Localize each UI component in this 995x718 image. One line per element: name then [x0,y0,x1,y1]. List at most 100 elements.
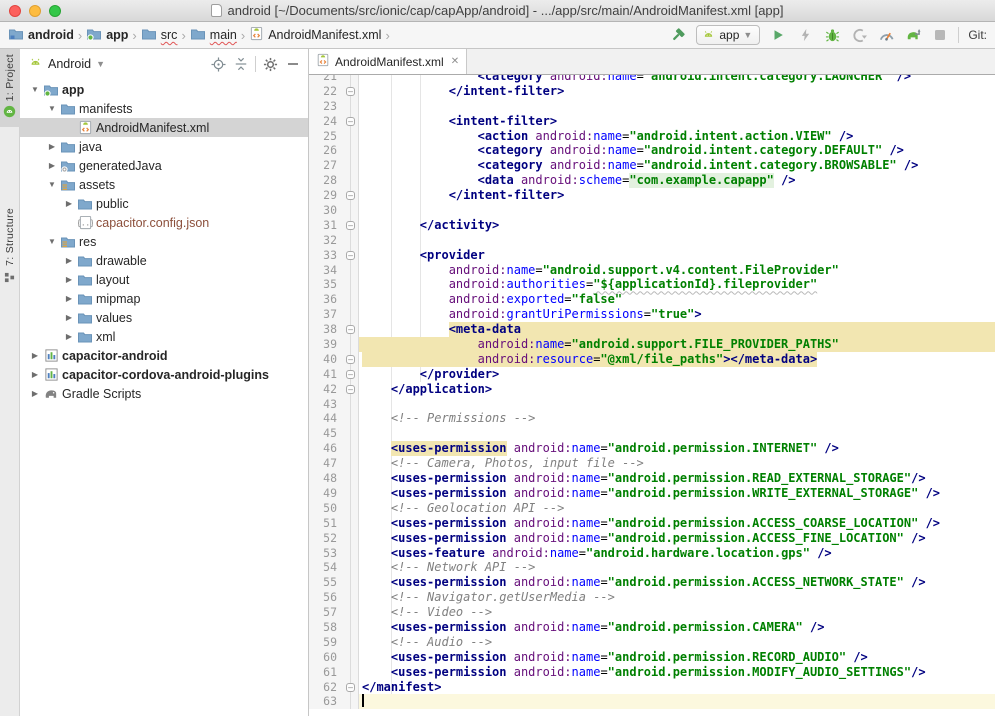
tree-item-capacitor-android[interactable]: ▶capacitor-android [20,346,308,365]
code-line-54[interactable]: 54 <!-- Network API --> [309,560,995,575]
collapsed-arrow-icon[interactable]: ▶ [32,389,38,398]
gradle-sync-button[interactable] [904,26,922,44]
code-line-28[interactable]: 28 <data android:scheme="com.example.cap… [309,173,995,188]
tree-item-app[interactable]: ▼app [20,80,308,99]
fold-marker-icon[interactable]: – [346,385,355,394]
run-button[interactable] [769,26,787,44]
tree-item-values[interactable]: ▶values [20,308,308,327]
collapsed-arrow-icon[interactable]: ▶ [66,332,72,341]
expanded-arrow-icon[interactable]: ▼ [31,85,39,94]
tree-item-mipmap[interactable]: ▶mipmap [20,289,308,308]
collapse-all-button[interactable] [232,55,250,73]
breadcrumb-item-main[interactable]: main [190,26,237,45]
code-line-23[interactable]: 23 [309,99,995,114]
tree-item-manifests[interactable]: ▼manifests [20,99,308,118]
code-line-57[interactable]: 57 <!-- Video --> [309,605,995,620]
tree-item-capacitor-cordova-android-plugins[interactable]: ▶capacitor-cordova-android-plugins [20,365,308,384]
make-project-button[interactable] [669,26,687,44]
code-line-34[interactable]: 34 android:name="android.support.v4.cont… [309,263,995,278]
code-line-44[interactable]: 44 <!-- Permissions --> [309,411,995,426]
tree-item-res[interactable]: ▼res [20,232,308,251]
fold-marker-icon[interactable]: – [346,221,355,230]
code-line-46[interactable]: 46 <uses-permission android:name="androi… [309,441,995,456]
breadcrumb-item-androidmanifest-xml[interactable]: AndroidManifest.xml [249,26,381,44]
collapsed-arrow-icon[interactable]: ▶ [32,370,38,379]
code-line-53[interactable]: 53 <uses-feature android:name="android.h… [309,546,995,561]
profiler-button[interactable] [877,26,895,44]
tree-item-public[interactable]: ▶public [20,194,308,213]
code-line-41[interactable]: 41– </provider> [309,367,995,382]
expanded-arrow-icon[interactable]: ▼ [48,237,56,246]
fold-marker-icon[interactable]: – [346,683,355,692]
fold-marker-icon[interactable]: – [346,117,355,126]
code-line-31[interactable]: 31– </activity> [309,218,995,233]
fold-marker-icon[interactable]: – [346,355,355,364]
code-line-35[interactable]: 35 android:authorities="${applicationId}… [309,277,995,292]
zoom-window-button[interactable] [49,5,61,17]
code-line-32[interactable]: 32 [309,233,995,248]
code-line-56[interactable]: 56 <!-- Navigator.getUserMedia --> [309,590,995,605]
expanded-arrow-icon[interactable]: ▼ [48,104,56,113]
tree-item-drawable[interactable]: ▶drawable [20,251,308,270]
code-line-43[interactable]: 43 [309,397,995,412]
code-line-51[interactable]: 51 <uses-permission android:name="androi… [309,516,995,531]
fold-marker-icon[interactable]: – [346,370,355,379]
collapsed-arrow-icon[interactable]: ▶ [66,313,72,322]
code-line-49[interactable]: 49 <uses-permission android:name="androi… [309,486,995,501]
tab-androidmanifest[interactable]: AndroidManifest.xml ✕ [309,49,467,74]
code-line-55[interactable]: 55 <uses-permission android:name="androi… [309,575,995,590]
code-line-26[interactable]: 26 <category android:name="android.inten… [309,143,995,158]
fold-marker-icon[interactable]: – [346,325,355,334]
git-branch-label[interactable]: Git: [968,28,987,42]
code-line-50[interactable]: 50 <!-- Geolocation API --> [309,501,995,516]
tool-window-project-button[interactable]: 1: Project [0,49,20,127]
code-line-27[interactable]: 27 <category android:name="android.inten… [309,158,995,173]
fold-marker-icon[interactable]: – [346,191,355,200]
collapsed-arrow-icon[interactable]: ▶ [49,161,55,170]
attach-debugger-button[interactable] [850,26,868,44]
fold-marker-icon[interactable]: – [346,251,355,260]
run-configuration-select[interactable]: app ▼ [696,25,760,45]
code-line-47[interactable]: 47 <!-- Camera, Photos, input file --> [309,456,995,471]
tree-item-layout[interactable]: ▶layout [20,270,308,289]
code-line-33[interactable]: 33– <provider [309,248,995,263]
close-tab-icon[interactable]: ✕ [449,56,459,67]
code-line-38[interactable]: 38– <meta-data [309,322,995,337]
tree-item-assets[interactable]: ▼assets [20,175,308,194]
locate-file-button[interactable] [209,55,227,73]
tree-item-androidmanifest-xml[interactable]: AndroidManifest.xml [20,118,308,137]
breadcrumb-item-android[interactable]: android [8,26,74,45]
code-line-29[interactable]: 29– </intent-filter> [309,188,995,203]
collapsed-arrow-icon[interactable]: ▶ [49,142,55,151]
code-line-52[interactable]: 52 <uses-permission android:name="androi… [309,531,995,546]
code-line-62[interactable]: 62–</manifest> [309,680,995,695]
expanded-arrow-icon[interactable]: ▼ [48,180,56,189]
collapsed-arrow-icon[interactable]: ▶ [66,275,72,284]
breadcrumb-item-app[interactable]: app [86,26,128,45]
tree-item-capacitor-config-json[interactable]: {..}capacitor.config.json [20,213,308,232]
code-line-24[interactable]: 24– <intent-filter> [309,114,995,129]
tree-item-gradle-scripts[interactable]: ▶Gradle Scripts [20,384,308,403]
code-line-39[interactable]: 39 android:name="android.support.FILE_PR… [309,337,995,352]
code-line-22[interactable]: 22– </intent-filter> [309,84,995,99]
code-line-40[interactable]: 40– android:resource="@xml/file_paths"><… [309,352,995,367]
code-line-61[interactable]: 61 <uses-permission android:name="androi… [309,665,995,680]
breadcrumb-item-src[interactable]: src [141,26,178,45]
stop-button[interactable] [931,26,949,44]
hide-panel-button[interactable] [284,55,302,73]
code-line-60[interactable]: 60 <uses-permission android:name="androi… [309,650,995,665]
debug-button[interactable] [823,26,841,44]
settings-gear-icon[interactable] [261,55,279,73]
code-line-21[interactable]: 21 <category android:name="android.inten… [309,75,995,84]
tool-window-structure-button[interactable]: 7: Structure [0,203,20,292]
apply-changes-button[interactable] [796,26,814,44]
collapsed-arrow-icon[interactable]: ▶ [66,199,72,208]
minimize-window-button[interactable] [29,5,41,17]
collapsed-arrow-icon[interactable]: ▶ [66,256,72,265]
tree-item-xml[interactable]: ▶xml [20,327,308,346]
collapsed-arrow-icon[interactable]: ▶ [66,294,72,303]
code-line-42[interactable]: 42– </application> [309,382,995,397]
fold-marker-icon[interactable]: – [346,87,355,96]
code-line-30[interactable]: 30 [309,203,995,218]
code-line-58[interactable]: 58 <uses-permission android:name="androi… [309,620,995,635]
